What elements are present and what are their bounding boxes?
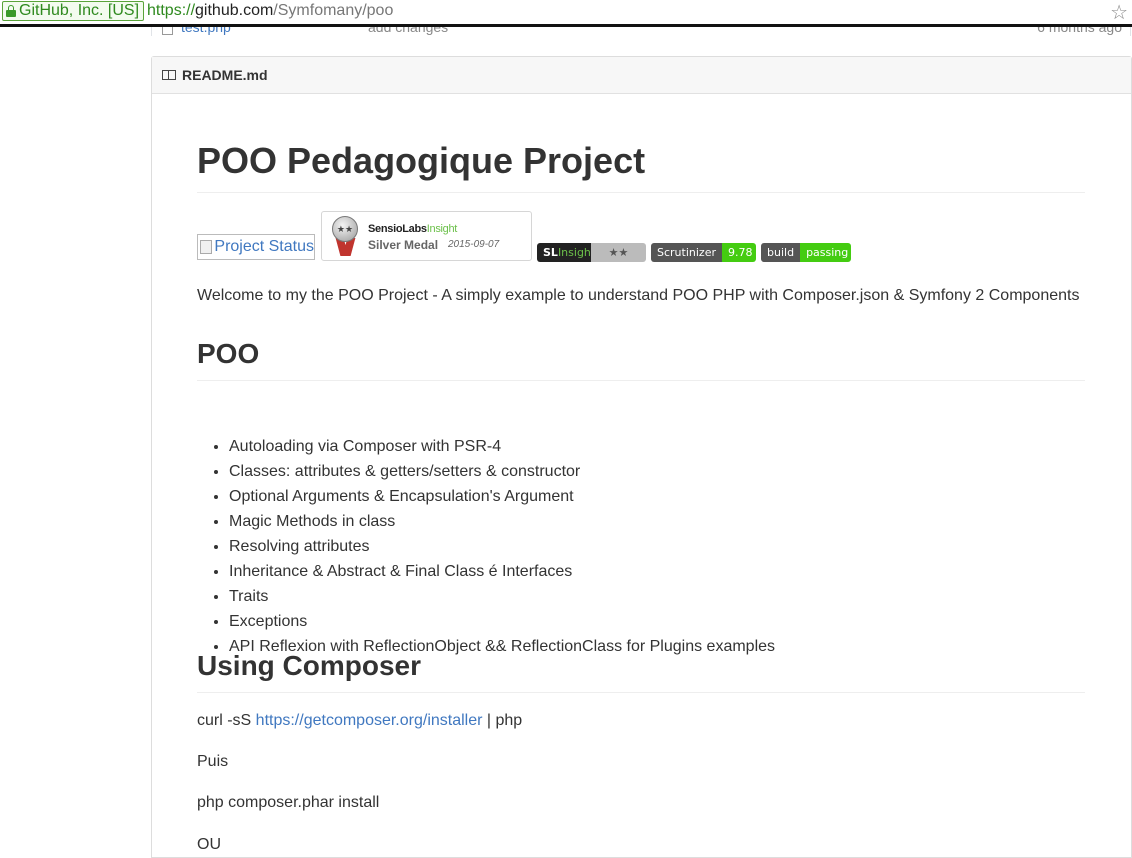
build-badge[interactable]: build passing <box>761 243 851 262</box>
url-path: /Symfomany/poo <box>273 2 394 19</box>
star-icon[interactable]: ☆ <box>1110 0 1128 25</box>
list-item: Autoloading via Composer with PSR-4 <box>229 434 775 459</box>
intro-paragraph: Welcome to my the POO Project - A simply… <box>197 287 1080 304</box>
sensiolabs-brand: SensioLabsInsight <box>368 223 458 235</box>
url-field[interactable]: https://github.com/Symfomany/poo <box>147 2 393 20</box>
browser-address-bar[interactable]: GitHub, Inc. [US] https://github.com/Sym… <box>0 0 1132 27</box>
project-status-alt: Project Status <box>214 238 314 255</box>
curl-command: curl -sS https://getcomposer.org/install… <box>197 712 523 729</box>
lock-icon <box>6 5 16 17</box>
url-scheme: https:// <box>147 2 196 19</box>
section-heading-composer: Using Composer <box>197 649 1085 693</box>
medal-label: Silver Medal <box>368 238 439 252</box>
readme-header: README.md <box>152 57 1131 94</box>
install-command: php composer.phar install <box>197 794 380 811</box>
composer-installer-link[interactable]: https://getcomposer.org/installer <box>256 712 483 729</box>
project-status-image[interactable]: Project Status <box>197 234 315 260</box>
ev-label: GitHub, Inc. [US] <box>19 2 140 19</box>
scrutinizer-badge-score: 9.78 <box>722 243 756 262</box>
puis-paragraph: Puis <box>197 753 229 770</box>
insight-badge[interactable]: SL Insight ★★ <box>537 243 646 262</box>
file-icon <box>162 27 173 35</box>
list-item: Inheritance & Abstract & Final Class é I… <box>229 559 775 584</box>
file-name-link[interactable]: test.php <box>181 27 231 35</box>
readme-title: POO Pedagogique Project <box>197 140 1085 193</box>
ev-certificate-badge[interactable]: GitHub, Inc. [US] <box>2 1 145 21</box>
scrutinizer-badge[interactable]: Scrutinizer 9.78 <box>651 243 756 262</box>
insight-badge-rating: ★★ <box>591 243 646 262</box>
medal-date: 2015-09-07 <box>448 239 500 250</box>
commit-message[interactable]: add changes <box>368 27 448 35</box>
scrutinizer-badge-label: Scrutinizer <box>651 243 722 262</box>
list-item: Optional Arguments & Encapsulation's Arg… <box>229 484 775 509</box>
url-host: github.com <box>195 2 274 19</box>
list-item: Exceptions <box>229 609 775 634</box>
medal-icon: ★★ <box>330 216 360 256</box>
insight-badge-label: SL Insight <box>537 243 595 262</box>
build-badge-status: passing <box>800 243 851 262</box>
badge-row: Project Status ★★ SensioLabsInsight Silv… <box>197 211 1085 263</box>
feature-list: Autoloading via Composer with PSR-4 Clas… <box>197 434 775 659</box>
ou-paragraph: OU <box>197 836 221 853</box>
list-item: Classes: attributes & getters/setters & … <box>229 459 775 484</box>
file-age: 6 months ago <box>1037 27 1122 35</box>
sensiolabs-medal-badge[interactable]: ★★ SensioLabsInsight Silver Medal 2015-0… <box>321 211 532 261</box>
book-icon <box>162 70 176 80</box>
file-row: test.php add changes 6 months ago <box>151 27 1131 36</box>
section-heading-poo: POO <box>197 337 1085 381</box>
list-item: Resolving attributes <box>229 534 775 559</box>
list-item: Magic Methods in class <box>229 509 775 534</box>
list-item: Traits <box>229 584 775 609</box>
build-badge-label: build <box>761 243 801 262</box>
readme-container: README.md POO Pedagogique Project Projec… <box>151 56 1132 858</box>
readme-filename: README.md <box>182 67 268 83</box>
